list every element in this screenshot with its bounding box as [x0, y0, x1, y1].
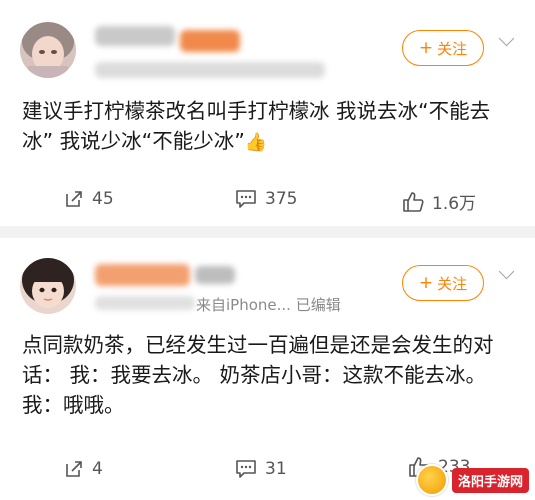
post-card: + 关注 建议手打柠檬茶改名叫手打柠檬冰 我说去冰“不能去冰” 我说少冰“不能少… [0, 0, 535, 226]
avatar[interactable] [20, 258, 76, 314]
thumbs-up-icon [403, 191, 424, 212]
watermark-logo-icon [415, 464, 448, 496]
plus-icon: + [418, 272, 434, 293]
share-icon [66, 191, 82, 207]
follow-label: 关注 [437, 39, 468, 58]
comment-button[interactable]: 31 [235, 459, 287, 479]
share-button[interactable]: 4 [64, 459, 103, 479]
follow-button[interactable]: + 关注 [402, 30, 484, 66]
share-count: 4 [92, 459, 103, 479]
like-count: 1.6万 [432, 194, 477, 214]
post-text: 建议手打柠檬茶改名叫手打柠檬冰 我说去冰“不能去冰” 我说少冰“不能少冰”👍 [22, 99, 491, 153]
username-blurred [180, 30, 240, 52]
watermark-text: 洛阳手游网 [451, 467, 529, 493]
plus-icon: + [418, 37, 434, 58]
comment-icon [236, 190, 256, 208]
comment-count: 375 [265, 189, 298, 209]
comment-icon [236, 460, 256, 478]
comment-button[interactable]: 375 [235, 189, 297, 209]
post-card: 来自iPhone... 已编辑 + 关注 点同款奶茶，已经发生过一百遍但是还是会… [0, 238, 535, 500]
chevron-down-icon[interactable] [498, 30, 515, 47]
thumbs-up-emoji: 👍 [244, 132, 268, 153]
username-blurred [95, 264, 190, 286]
meta-blurred [95, 62, 325, 78]
post-text: 点同款奶茶，已经发生过一百遍但是还是会发生的对话： 我：我要去冰。 奶茶店小哥：… [22, 333, 494, 417]
like-button[interactable]: 1.6万 [402, 189, 476, 214]
share-button[interactable]: 45 [64, 189, 114, 209]
post-meta: 来自iPhone... 已编辑 [196, 296, 341, 314]
meta-blurred [95, 296, 195, 310]
username-blurred [95, 26, 175, 46]
avatar[interactable] [20, 22, 76, 78]
follow-button[interactable]: + 关注 [402, 265, 484, 301]
watermark: 洛阳手游网 [415, 464, 529, 496]
share-count: 45 [92, 189, 114, 209]
share-icon [66, 461, 82, 477]
chevron-down-icon[interactable] [498, 263, 515, 280]
comment-count: 31 [265, 459, 287, 479]
follow-label: 关注 [437, 274, 468, 293]
username-blurred [195, 266, 235, 284]
